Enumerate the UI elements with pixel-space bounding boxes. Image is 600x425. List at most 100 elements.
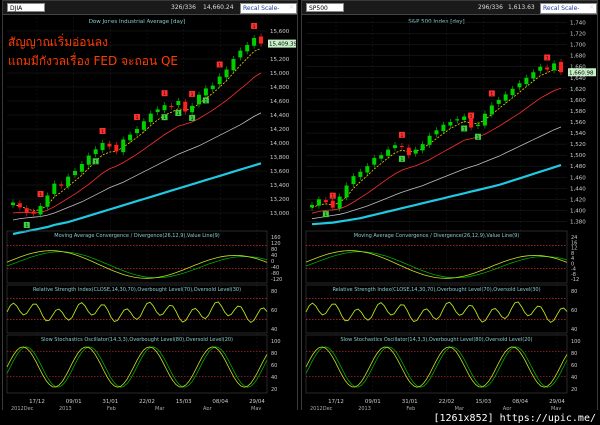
djia-x-tick-label: 09/01 bbox=[66, 399, 82, 405]
sp500-sell-signal-label: 1 bbox=[546, 56, 549, 62]
djia-candle-body bbox=[114, 144, 119, 152]
sp500-candle-body bbox=[310, 204, 314, 208]
sp500-candle-body bbox=[399, 145, 404, 147]
sp500-y-tick-label: 1,740 bbox=[570, 21, 586, 27]
djia-rsi-title: Relative Strength Index(CLOSE,14,30,70),… bbox=[33, 287, 241, 293]
djia-candle-body bbox=[197, 94, 201, 105]
sp500-x-tick-label: 17/12 bbox=[328, 399, 344, 405]
sp500-candle-body bbox=[496, 99, 501, 104]
djia-y-tick-label: 14,200 bbox=[270, 127, 290, 133]
djia-candle-body bbox=[231, 59, 236, 71]
djia-candle-body bbox=[31, 211, 36, 214]
sp500-candle-body bbox=[552, 63, 557, 71]
sp500-buy-signal-label: 1 bbox=[324, 212, 327, 218]
djia-candle-body bbox=[217, 76, 222, 85]
djia-rsi-tick-label: 80 bbox=[271, 289, 277, 295]
djia-buy-signal-label: 1 bbox=[94, 159, 97, 165]
sp500-x-period-label: 2012Dec bbox=[310, 406, 333, 410]
sp500-y-tick-label: 1,700 bbox=[570, 43, 586, 49]
djia-candle-body bbox=[66, 176, 71, 187]
djia-candle-body bbox=[176, 101, 181, 106]
djia-candle-body bbox=[24, 208, 29, 213]
djia-x-period-label: Mar bbox=[155, 406, 165, 410]
sp500-stoch-tick-label: 20 bbox=[571, 387, 577, 393]
sp500-stoch-tick-label: 60 bbox=[571, 363, 577, 369]
sp500-y-tick-label: 1,380 bbox=[570, 219, 586, 225]
djia-close-icon[interactable]: × bbox=[288, 3, 295, 12]
sp500-rsi-tick-label: 40 bbox=[571, 327, 577, 333]
sp500-candle-body bbox=[462, 116, 467, 120]
djia-candle-body bbox=[224, 69, 229, 78]
djia-candle-body bbox=[135, 129, 139, 134]
sp500-chart-window: SP500 296/336 1,613.63 Recal Scale-Linea… bbox=[301, 0, 598, 410]
sp500-candle-body bbox=[503, 94, 508, 101]
sp500-rsi-tick-label: 80 bbox=[571, 289, 577, 295]
djia-x-tick-label: 15/03 bbox=[176, 399, 192, 405]
djia-y-tick-label: 13,000 bbox=[270, 211, 290, 217]
djia-candle-body bbox=[52, 183, 57, 194]
djia-rsi-tick-label: 40 bbox=[271, 327, 277, 333]
djia-candle-body bbox=[259, 36, 263, 44]
sp500-candle-body bbox=[482, 113, 487, 126]
sp500-sell-signal-label: 1 bbox=[331, 194, 334, 200]
sp500-candle-body bbox=[476, 124, 480, 127]
sp500-candle-body bbox=[420, 144, 425, 151]
djia-candle-body bbox=[155, 109, 160, 113]
djia-y-tick-label: 14,400 bbox=[270, 113, 290, 119]
djia-stoch-tick-label: 100 bbox=[271, 339, 281, 345]
djia-buy-signal-label: 1 bbox=[177, 111, 180, 117]
sp500-candle-body bbox=[344, 185, 349, 198]
djia-candle-body bbox=[162, 105, 167, 111]
djia-buy-signal-label: 1 bbox=[191, 116, 194, 122]
djia-candle-body bbox=[17, 203, 22, 208]
djia-window-titlebar: DJIA 326/336 14,660.24 Recal Scale-Linea… bbox=[3, 1, 297, 21]
sp500-x-period-label: Mar bbox=[455, 406, 465, 410]
sp500-candle-body bbox=[427, 135, 432, 145]
sp500-candle-body bbox=[351, 176, 356, 185]
djia-x-tick-label: 17/12 bbox=[29, 399, 45, 405]
sp500-price-flag-label: 1,660.98 bbox=[569, 70, 594, 76]
djia-buy-signal-label: 1 bbox=[163, 115, 166, 121]
sp500-y-tick-label: 1,400 bbox=[570, 208, 586, 214]
sp500-y-tick-label: 1,480 bbox=[570, 164, 586, 170]
sp500-x-period-label: Feb bbox=[406, 406, 415, 410]
djia-buy-signal-label: 1 bbox=[25, 223, 28, 229]
sp500-candle-body bbox=[406, 147, 411, 156]
djia-candle-body bbox=[128, 134, 133, 141]
djia-x-period-label: Apr bbox=[203, 406, 213, 410]
djia-candle-body bbox=[79, 164, 84, 172]
sp500-candle-body bbox=[545, 67, 550, 70]
sp500-close-icon[interactable]: × bbox=[588, 3, 595, 12]
sp500-candle-body bbox=[434, 130, 439, 135]
djia-stoch-title: Slow Stochastics Oscillator(14,3,3),Over… bbox=[41, 337, 233, 343]
djia-y-tick-label: 13,400 bbox=[270, 183, 290, 189]
annotation-line-1: สัญญาณเริ่มอ่อนลง bbox=[8, 35, 108, 49]
sp500-rsi-title: Relative Strength Index(CLOSE,14,30,70),… bbox=[332, 287, 540, 293]
sp500-symbol-field[interactable]: SP500 bbox=[306, 3, 344, 12]
sp500-candle-body bbox=[531, 72, 536, 79]
sp500-candle-body bbox=[489, 105, 494, 115]
djia-candle-body bbox=[38, 206, 43, 215]
sp500-candle-body bbox=[393, 145, 397, 149]
sp500-rsi-tick-label: 60 bbox=[571, 308, 577, 314]
djia-price-flag-label: 15,409.39 bbox=[269, 42, 297, 48]
sp500-y-tick-label: 1,440 bbox=[570, 186, 586, 192]
djia-y-tick-label: 15,200 bbox=[270, 57, 290, 63]
djia-sell-signal-label: 1 bbox=[191, 92, 194, 98]
sp500-stoch-title: Slow Stochastics Oscillator(14,3,3),Over… bbox=[340, 337, 532, 343]
djia-candle-body bbox=[252, 38, 257, 46]
sp500-candle-body bbox=[448, 122, 453, 126]
sp500-candle-body bbox=[337, 196, 342, 209]
djia-rsi-tick-label: 60 bbox=[271, 308, 277, 314]
djia-x-tick-label: 22/02 bbox=[139, 399, 155, 405]
djia-candle-body bbox=[86, 155, 91, 165]
djia-candle-body bbox=[203, 88, 208, 96]
sp500-y-tick-label: 1,720 bbox=[570, 32, 586, 38]
djia-symbol-field[interactable]: DJIA bbox=[7, 3, 45, 12]
sp500-stoch-tick-label: 40 bbox=[571, 375, 577, 381]
djia-candle-body bbox=[245, 45, 250, 52]
djia-y-tick-label: 15,600 bbox=[270, 29, 290, 35]
sp500-buy-signal-label: 1 bbox=[477, 135, 480, 141]
sp500-x-tick-label: 09/01 bbox=[365, 399, 381, 405]
djia-candle-body bbox=[11, 202, 15, 206]
